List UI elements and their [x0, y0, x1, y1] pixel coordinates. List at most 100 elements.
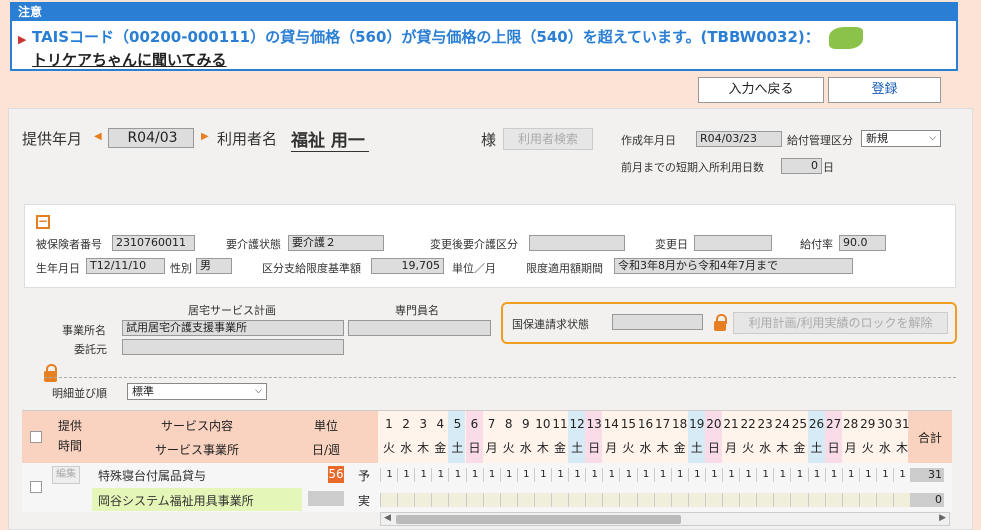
plan-day-cell[interactable]: 1	[499, 468, 518, 482]
prev-days-field[interactable]: 0	[781, 158, 822, 174]
plan-day-cell[interactable]: 1	[893, 468, 911, 482]
sex-label: 性別	[170, 262, 192, 275]
weekday-label: 木	[895, 441, 908, 455]
provide-month-field[interactable]: R04/03	[108, 128, 194, 148]
unit-value[interactable]: 56	[328, 466, 344, 483]
edit-button[interactable]: 編集	[52, 466, 80, 484]
plan-day-cell[interactable]: 1	[722, 468, 740, 482]
plan-day-cell[interactable]: 1	[397, 468, 415, 482]
plan-day-cell[interactable]: 1	[516, 468, 535, 482]
day-number: 24	[774, 417, 790, 431]
birth-label: 生年月日	[36, 262, 80, 275]
per-week-field[interactable]	[308, 491, 344, 506]
actual-day-cell[interactable]	[602, 493, 621, 507]
sex-field: 男	[196, 258, 232, 274]
plan-day-cell[interactable]: 1	[858, 468, 877, 482]
actual-day-cell[interactable]	[619, 493, 638, 507]
collapse-icon[interactable]: −	[36, 215, 50, 229]
actual-day-cell[interactable]	[824, 493, 843, 507]
plan-day-cell[interactable]: 1	[756, 468, 774, 482]
weekday-label: 火	[382, 441, 395, 455]
actual-day-cell[interactable]	[670, 493, 689, 507]
plan-day-cell[interactable]: 1	[824, 468, 843, 482]
actual-day-cell[interactable]	[499, 493, 518, 507]
plan-day-cell[interactable]: 1	[602, 468, 620, 482]
actual-day-cell[interactable]	[482, 493, 501, 507]
user-search-button[interactable]: 利用者検索	[503, 128, 593, 150]
scroll-thumb[interactable]	[396, 515, 681, 524]
plan-day-cell[interactable]: 1	[670, 468, 689, 482]
actual-day-cell[interactable]	[551, 493, 569, 507]
weekday-label: 水	[759, 441, 772, 455]
actual-day-cell[interactable]	[533, 493, 552, 507]
actual-day-cell[interactable]	[636, 493, 655, 507]
plan-day-cell[interactable]: 1	[585, 468, 603, 482]
plan-day-cell[interactable]: 1	[431, 468, 449, 482]
next-month-icon[interactable]: ▶	[201, 131, 209, 142]
plan-day-cell[interactable]: 1	[739, 468, 757, 482]
office-name: 岡谷システム福祉用具事業所	[98, 494, 254, 508]
actual-day-cell[interactable]	[431, 493, 450, 507]
plan-day-cell[interactable]: 1	[533, 468, 552, 482]
claim-status-field	[612, 314, 703, 330]
benefit-select[interactable]: 新規 ⌵	[861, 130, 941, 147]
actual-day-cell[interactable]	[704, 493, 723, 507]
plan-day-cell[interactable]: 1	[841, 468, 860, 482]
actual-day-cell[interactable]	[465, 493, 484, 507]
actual-day-cell[interactable]	[875, 493, 894, 507]
ask-assistant-link[interactable]: トリケアちゃんに聞いてみる	[32, 51, 227, 69]
actual-day-cell[interactable]	[807, 493, 826, 507]
select-all-checkbox[interactable]	[30, 431, 42, 443]
header-service: サービス内容	[160, 419, 233, 433]
actual-day-cell[interactable]	[722, 493, 740, 507]
plan-day-cell[interactable]: 1	[653, 468, 672, 482]
day-number: 20	[706, 417, 722, 431]
plan-day-cell[interactable]: 1	[807, 468, 826, 482]
actual-day-cell[interactable]	[380, 493, 398, 507]
actual-day-cell[interactable]	[397, 493, 416, 507]
row-checkbox[interactable]	[30, 481, 42, 493]
actual-day-cell[interactable]	[414, 493, 433, 507]
register-button[interactable]: 登録	[828, 77, 941, 103]
horizontal-scrollbar[interactable]: ◀ ▶	[380, 512, 950, 526]
plan-day-cell[interactable]: 1	[551, 468, 569, 482]
actual-day-cell[interactable]	[448, 493, 467, 507]
actual-day-cell[interactable]	[585, 493, 604, 507]
header-unit: 単位	[313, 419, 338, 433]
back-to-input-button[interactable]: 入力へ戻る	[698, 77, 824, 103]
actual-day-cell[interactable]	[516, 493, 535, 507]
prev-days-label: 前月までの短期入所利用日数	[621, 161, 764, 174]
actual-day-cell[interactable]	[841, 493, 860, 507]
plan-day-cell[interactable]: 1	[465, 468, 484, 482]
plan-day-cell[interactable]: 1	[773, 468, 791, 482]
actual-day-cell[interactable]	[858, 493, 877, 507]
plan-day-cell[interactable]: 1	[414, 468, 432, 482]
mascot-leaf-icon[interactable]	[829, 26, 863, 49]
plan-day-cell[interactable]: 1	[636, 468, 655, 482]
weekday-label: 木	[536, 441, 549, 455]
provide-month-label: 提供年月	[22, 130, 83, 148]
sort-select[interactable]: 標準 ⌵	[127, 383, 267, 400]
plan-day-cell[interactable]: 1	[875, 468, 894, 482]
plan-day-cell[interactable]: 1	[380, 468, 398, 482]
unlock-plan-button[interactable]: 利用計画/利用実績のロックを解除	[733, 312, 948, 334]
actual-day-cell[interactable]	[756, 493, 775, 507]
actual-day-cell[interactable]	[739, 493, 758, 507]
actual-day-cell[interactable]	[893, 493, 911, 507]
plan-day-cell[interactable]: 1	[619, 468, 637, 482]
created-field[interactable]: R04/03/23	[696, 131, 782, 147]
chevron-down-icon: ⌵	[929, 133, 936, 143]
actual-day-cell[interactable]	[653, 493, 672, 507]
plan-day-cell[interactable]: 1	[687, 468, 706, 482]
plan-day-cell[interactable]: 1	[482, 468, 501, 482]
actual-day-cell[interactable]	[687, 493, 706, 507]
actual-day-cell[interactable]	[568, 493, 587, 507]
actual-day-cell[interactable]	[790, 493, 809, 507]
prev-month-icon[interactable]: ◀	[94, 131, 102, 142]
plan-day-cell[interactable]: 1	[790, 468, 808, 482]
plan-day-cell[interactable]: 1	[448, 468, 466, 482]
actual-day-cell[interactable]	[773, 493, 792, 507]
plan-day-cell[interactable]: 1	[704, 468, 723, 482]
plan-day-cell[interactable]: 1	[568, 468, 586, 482]
user-label: 利用者名	[217, 130, 278, 148]
